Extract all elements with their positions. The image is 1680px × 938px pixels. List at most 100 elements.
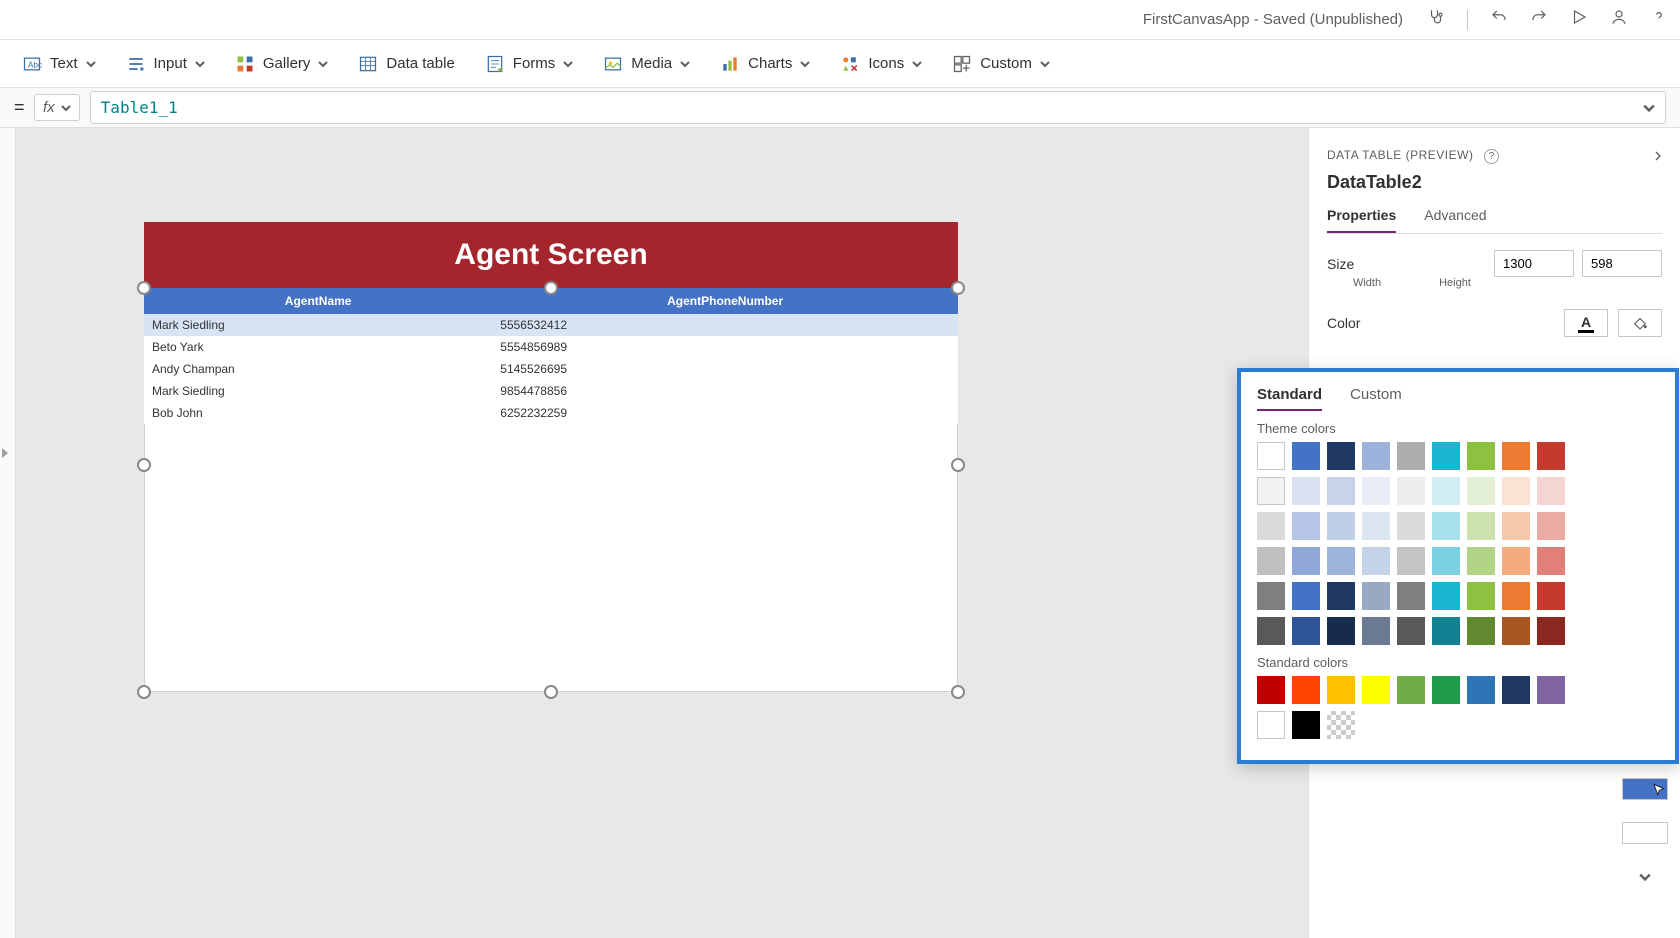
data-table-control[interactable]: AgentName AgentPhoneNumber Mark Siedling… <box>144 288 958 692</box>
color-swatch[interactable] <box>1397 676 1425 704</box>
color-swatch[interactable] <box>1362 582 1390 610</box>
color-swatch[interactable] <box>1257 442 1285 470</box>
color-swatch[interactable] <box>1502 512 1530 540</box>
table-row[interactable]: Andy Champan5145526695 <box>144 358 958 380</box>
resize-handle[interactable] <box>137 281 151 295</box>
fx-dropdown[interactable]: fx <box>34 94 80 121</box>
color-swatch[interactable] <box>1327 617 1355 645</box>
resize-handle[interactable] <box>137 685 151 699</box>
color-swatch[interactable] <box>1362 477 1390 505</box>
color-swatch[interactable] <box>1292 676 1320 704</box>
color-swatch[interactable] <box>1397 512 1425 540</box>
color-swatch[interactable] <box>1257 477 1285 505</box>
width-input[interactable] <box>1494 250 1574 277</box>
color-swatch[interactable] <box>1327 442 1355 470</box>
table-row[interactable]: Beto Yark5554856989 <box>144 336 958 358</box>
color-swatch[interactable] <box>1502 676 1530 704</box>
resize-handle[interactable] <box>544 685 558 699</box>
color-swatch[interactable] <box>1432 547 1460 575</box>
col-agentname[interactable]: AgentName <box>144 288 492 314</box>
picker-tab-standard[interactable]: Standard <box>1257 386 1322 411</box>
color-swatch[interactable] <box>1432 676 1460 704</box>
help-icon[interactable]: ? <box>1484 149 1499 164</box>
color-swatch[interactable] <box>1397 547 1425 575</box>
color-swatch[interactable] <box>1397 442 1425 470</box>
undo-icon[interactable] <box>1490 8 1508 31</box>
ribbon-gallery[interactable]: Gallery <box>235 54 329 74</box>
color-swatch[interactable] <box>1362 676 1390 704</box>
user-icon[interactable] <box>1610 8 1628 31</box>
color-swatch[interactable] <box>1397 617 1425 645</box>
color-swatch[interactable] <box>1467 547 1495 575</box>
color-swatch[interactable] <box>1257 512 1285 540</box>
formula-input[interactable]: Table1_1 <box>90 91 1666 124</box>
color-swatch[interactable] <box>1622 778 1668 800</box>
color-swatch[interactable] <box>1327 477 1355 505</box>
expand-tree-icon[interactable] <box>2 448 8 458</box>
color-swatch[interactable] <box>1292 442 1320 470</box>
left-rail[interactable] <box>0 128 16 938</box>
ribbon-text[interactable]: Abc Text <box>22 54 96 74</box>
color-swatch[interactable] <box>1502 617 1530 645</box>
color-swatch[interactable] <box>1432 617 1460 645</box>
color-swatch[interactable] <box>1397 477 1425 505</box>
fill-color-button[interactable] <box>1618 309 1662 337</box>
color-swatch[interactable] <box>1502 477 1530 505</box>
font-color-button[interactable]: A <box>1564 309 1608 337</box>
color-swatch[interactable] <box>1292 617 1320 645</box>
color-swatch[interactable] <box>1537 477 1565 505</box>
stethoscope-icon[interactable] <box>1427 8 1445 31</box>
tab-properties[interactable]: Properties <box>1327 207 1396 233</box>
color-swatch[interactable] <box>1292 711 1320 739</box>
color-swatch[interactable] <box>1397 582 1425 610</box>
color-swatch[interactable] <box>1467 582 1495 610</box>
redo-icon[interactable] <box>1530 8 1548 31</box>
tab-advanced[interactable]: Advanced <box>1424 207 1486 233</box>
formula-expand-icon[interactable] <box>1643 102 1655 114</box>
ribbon-charts[interactable]: Charts <box>720 54 810 74</box>
color-swatch[interactable] <box>1537 676 1565 704</box>
color-swatch[interactable] <box>1327 512 1355 540</box>
canvas-area[interactable]: Agent Screen AgentName AgentPhoneNumber … <box>16 128 1308 938</box>
height-input[interactable] <box>1582 250 1662 277</box>
color-swatch[interactable] <box>1502 547 1530 575</box>
resize-handle[interactable] <box>951 685 965 699</box>
color-swatch[interactable] <box>1622 822 1668 844</box>
col-agentphone[interactable]: AgentPhoneNumber <box>492 288 958 314</box>
ribbon-icons[interactable]: Icons <box>840 54 922 74</box>
ribbon-datatable[interactable]: Data table <box>358 54 454 74</box>
picker-tab-custom[interactable]: Custom <box>1350 386 1402 411</box>
color-swatch[interactable] <box>1432 442 1460 470</box>
color-swatch[interactable] <box>1537 617 1565 645</box>
play-icon[interactable] <box>1570 8 1588 31</box>
color-swatch[interactable] <box>1362 547 1390 575</box>
color-swatch[interactable] <box>1467 477 1495 505</box>
color-swatch[interactable] <box>1327 582 1355 610</box>
headfont-dropdown[interactable] <box>1622 866 1668 888</box>
color-swatch[interactable] <box>1467 617 1495 645</box>
color-swatch[interactable] <box>1467 442 1495 470</box>
resize-handle[interactable] <box>137 458 151 472</box>
help-icon[interactable] <box>1650 8 1668 31</box>
color-swatch[interactable] <box>1537 547 1565 575</box>
ribbon-input[interactable]: Input <box>126 54 205 74</box>
color-swatch[interactable] <box>1292 582 1320 610</box>
color-swatch[interactable] <box>1467 676 1495 704</box>
resize-handle[interactable] <box>544 281 558 295</box>
color-swatch[interactable] <box>1292 547 1320 575</box>
color-swatch[interactable] <box>1432 477 1460 505</box>
color-swatch[interactable] <box>1467 512 1495 540</box>
color-swatch[interactable] <box>1257 676 1285 704</box>
color-swatch[interactable] <box>1327 547 1355 575</box>
ribbon-custom[interactable]: Custom <box>952 54 1050 74</box>
color-swatch[interactable] <box>1257 582 1285 610</box>
resize-handle[interactable] <box>951 458 965 472</box>
table-row[interactable]: Bob John6252232259 <box>144 402 958 424</box>
table-row[interactable]: Mark Siedling9854478856 <box>144 380 958 402</box>
color-swatch[interactable] <box>1537 442 1565 470</box>
panel-collapse-icon[interactable] <box>1650 148 1666 169</box>
color-swatch[interactable] <box>1257 547 1285 575</box>
ribbon-media[interactable]: Media <box>603 54 690 74</box>
color-swatch[interactable] <box>1362 617 1390 645</box>
color-swatch[interactable] <box>1257 617 1285 645</box>
